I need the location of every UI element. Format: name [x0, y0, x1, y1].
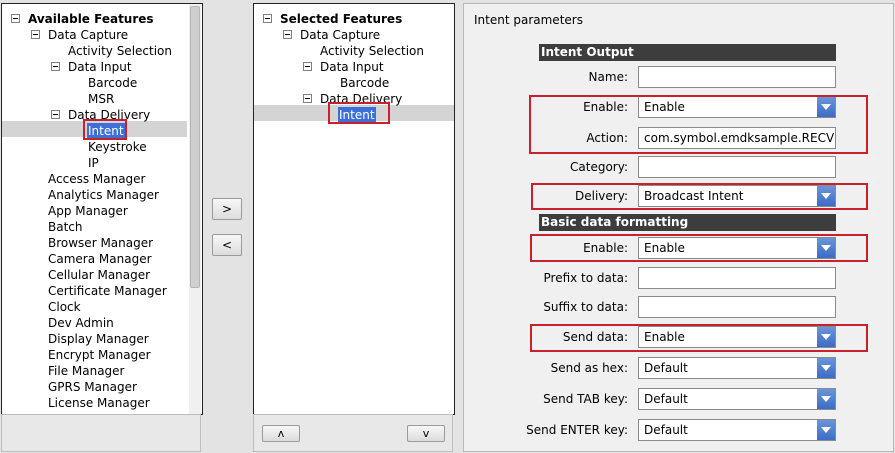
name-input[interactable]: [638, 66, 836, 88]
move-down-button[interactable]: v: [407, 425, 445, 442]
intent-parameters-title: Intent parameters: [474, 13, 583, 27]
available-scrollbar[interactable]: [189, 4, 201, 414]
dropdown-arrow-icon[interactable]: [817, 420, 835, 440]
scrollbar-thumb[interactable]: [190, 6, 200, 288]
highlight-box-available-intent: [83, 119, 127, 140]
selected-features-panel: Selected Features Data Capture Activity …: [253, 3, 455, 415]
highlight-box-enable-action: [529, 95, 868, 154]
send-tab-select[interactable]: Default: [638, 388, 836, 410]
highlight-box-selected-intent: [328, 102, 390, 124]
intent-output-header: Intent Output: [539, 44, 836, 61]
move-up-button[interactable]: ʌ: [262, 425, 300, 442]
collapse-icon[interactable]: [11, 14, 20, 23]
selected-features-title: Selected Features: [280, 12, 403, 26]
send-tab-select-value: Default: [644, 392, 688, 406]
prefix-input[interactable]: [638, 267, 836, 289]
basic-data-formatting-header: Basic data formatting: [539, 214, 836, 231]
highlight-box-bdf-enable: [530, 234, 868, 262]
send-tab-label: Send TAB key:: [543, 392, 628, 406]
collapse-icon[interactable]: [263, 14, 272, 23]
dropdown-arrow-icon[interactable]: [817, 358, 835, 378]
category-input[interactable]: [638, 156, 836, 178]
prefix-label: Prefix to data:: [543, 271, 629, 285]
highlight-box-delivery: [531, 183, 868, 210]
collapse-icon[interactable]: [303, 94, 312, 103]
highlight-box-send-data: [530, 324, 868, 352]
send-enter-select[interactable]: Default: [638, 419, 836, 441]
send-hex-select[interactable]: Default: [638, 357, 836, 379]
collapse-icon[interactable]: [51, 110, 60, 119]
collapse-icon[interactable]: [31, 30, 40, 39]
send-hex-label: Send as hex:: [550, 361, 628, 375]
collapse-icon[interactable]: [283, 30, 292, 39]
available-panel-footer: [1, 414, 201, 452]
collapse-icon[interactable]: [51, 62, 60, 71]
available-features-panel: Available Features Data Capture Activity…: [1, 3, 203, 415]
available-features-title: Available Features: [28, 12, 154, 26]
remove-feature-button[interactable]: <: [212, 234, 242, 256]
send-enter-select-value: Default: [644, 423, 688, 437]
name-label: Name:: [588, 70, 628, 84]
add-feature-button[interactable]: >: [212, 198, 242, 220]
collapse-icon[interactable]: [303, 62, 312, 71]
send-hex-select-value: Default: [644, 361, 688, 375]
suffix-label: Suffix to data:: [543, 300, 628, 314]
send-enter-label: Send ENTER key:: [526, 423, 628, 437]
suffix-input[interactable]: [638, 296, 836, 318]
dropdown-arrow-icon[interactable]: [817, 389, 835, 409]
category-label: Category:: [570, 160, 628, 174]
